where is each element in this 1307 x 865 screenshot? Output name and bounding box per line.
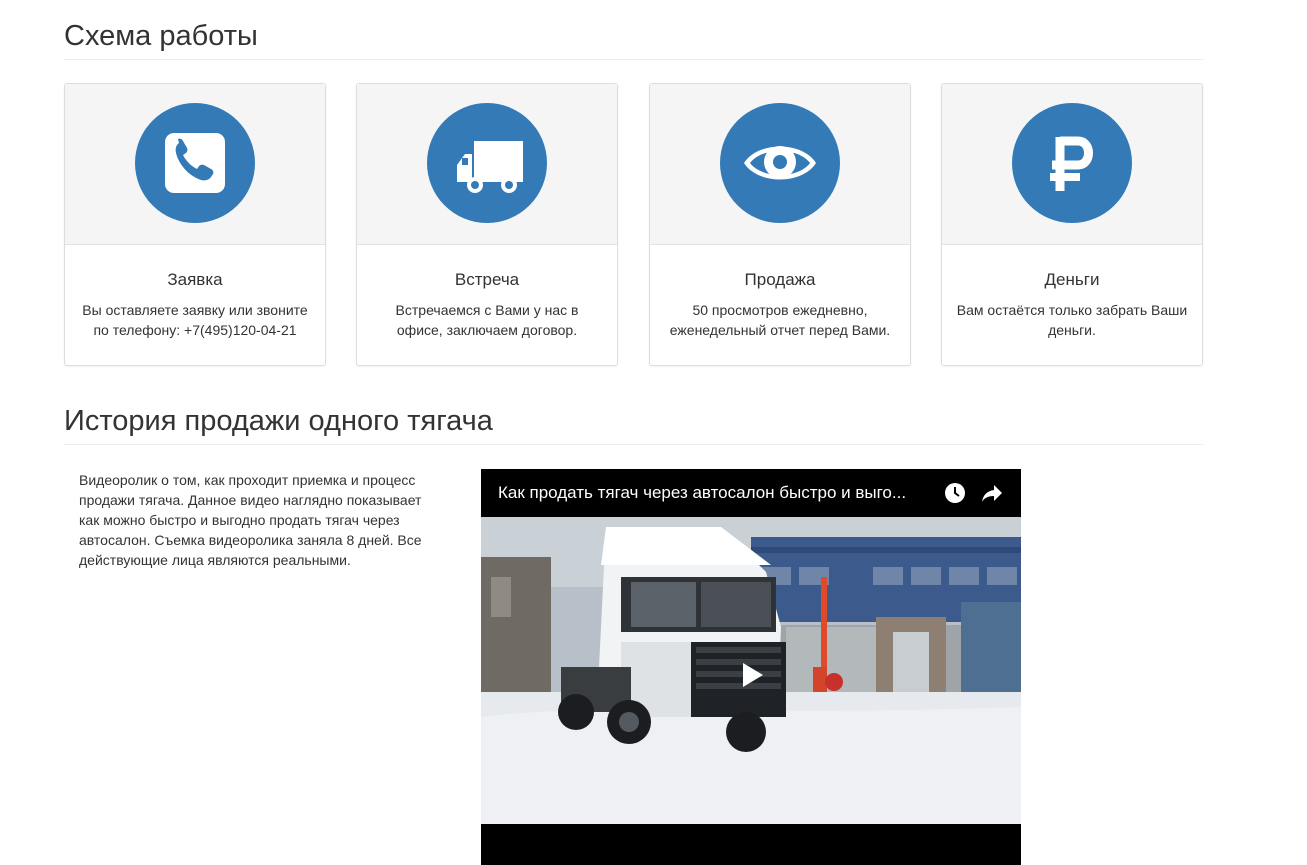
step-card-sale: Продажа 50 просмотров ежедневно, еженеде… (649, 83, 911, 366)
phone-icon (135, 103, 255, 223)
step-card-header (357, 84, 617, 245)
step-card-meeting: Встреча Встречаемся с Вами у нас в офисе… (356, 83, 618, 366)
video-player[interactable]: Как продать тягач через автосалон быстро… (481, 469, 1021, 865)
step-text: 50 просмотров ежедневно, еженедельный от… (669, 302, 891, 338)
section-title-scheme: Схема работы (64, 20, 1204, 60)
step-text: Вы оставляете заявку или звоните по теле… (82, 302, 308, 338)
step-card-money: Деньги Вам остаётся только забрать Ваши … (941, 83, 1203, 366)
step-text: Вам остаётся только забрать Ваши деньги. (956, 302, 1188, 338)
step-title: Деньги (1044, 270, 1100, 289)
play-icon[interactable] (727, 651, 775, 699)
share-icon[interactable] (980, 482, 1004, 504)
step-card-header (942, 84, 1202, 245)
steps-row: Заявка Вы оставляете заявку или звоните … (64, 83, 1204, 366)
section-title-history: История продажи одного тягача (64, 405, 1204, 445)
ruble-icon (1012, 103, 1132, 223)
step-title: Заявка (167, 270, 223, 289)
video-title-bar: Как продать тягач через автосалон быстро… (481, 469, 1021, 517)
step-title: Встреча (454, 270, 520, 289)
step-card-request: Заявка Вы оставляете заявку или звоните … (64, 83, 326, 366)
video-title-link[interactable]: Как продать тягач через автосалон быстро… (498, 483, 942, 503)
clock-icon[interactable] (944, 482, 966, 504)
step-card-header (65, 84, 325, 245)
step-text: Встречаемся с Вами у нас в офисе, заключ… (395, 302, 579, 338)
step-title: Продажа (744, 270, 816, 289)
eye-icon (720, 103, 840, 223)
video-description: Видеоролик о том, как проходит приемка и… (79, 472, 422, 568)
truck-icon (427, 103, 547, 223)
step-card-header (650, 84, 910, 245)
